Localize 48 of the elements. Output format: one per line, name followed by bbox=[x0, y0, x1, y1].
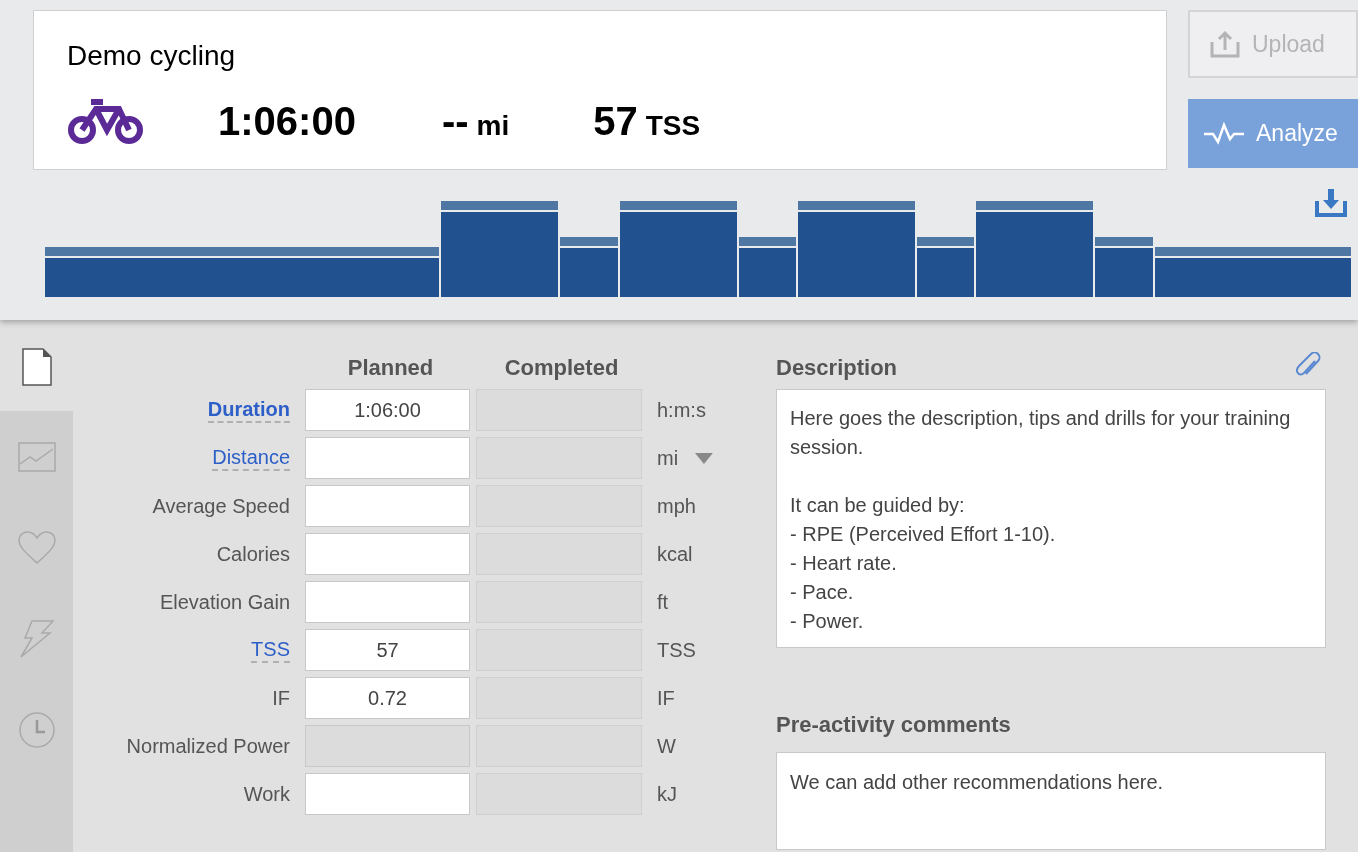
column-header: Planned bbox=[347, 353, 434, 382]
planned-field[interactable] bbox=[305, 485, 470, 527]
unit-label: kcal bbox=[657, 542, 693, 567]
duration-value: 1:06:00 bbox=[218, 98, 356, 145]
field-label[interactable]: TSS bbox=[251, 637, 290, 663]
unit-label: TSS bbox=[657, 638, 696, 663]
tss-value: 57 bbox=[593, 98, 638, 145]
tss-unit: TSS bbox=[645, 109, 701, 143]
bicycle-icon bbox=[67, 97, 145, 145]
clock-icon bbox=[17, 711, 56, 748]
field-label: Average Speed bbox=[152, 494, 290, 519]
planned-field[interactable] bbox=[305, 581, 470, 623]
planned-field[interactable] bbox=[305, 773, 470, 815]
unit-label: kJ bbox=[657, 782, 677, 807]
upload-icon bbox=[1210, 30, 1240, 58]
chart-icon bbox=[17, 441, 56, 472]
workout-title: Demo cycling bbox=[67, 39, 236, 73]
lightning-icon bbox=[19, 619, 54, 658]
field-label: Elevation Gain bbox=[159, 590, 290, 615]
download-icon[interactable] bbox=[1315, 189, 1347, 217]
unit-label: ft bbox=[657, 590, 669, 615]
planned-field[interactable]: 1:06:00 bbox=[305, 389, 470, 431]
distance-unit: mi bbox=[476, 109, 510, 143]
planned-field[interactable]: 57 bbox=[305, 629, 470, 671]
distance-value: -- bbox=[441, 98, 469, 145]
field-label[interactable]: Duration bbox=[207, 397, 290, 423]
planned-field[interactable] bbox=[305, 437, 470, 479]
comments-field[interactable]: We can add other recommendations here. bbox=[776, 752, 1326, 850]
unit-label: mph bbox=[657, 494, 696, 519]
dropdown-caret-icon[interactable] bbox=[695, 452, 713, 464]
field-label: Calories bbox=[216, 542, 290, 567]
unit-label: IF bbox=[657, 686, 675, 711]
field-label: Work bbox=[243, 782, 290, 807]
planned-field[interactable] bbox=[305, 533, 470, 575]
description-heading: Description bbox=[776, 353, 898, 382]
pulse-icon bbox=[1204, 121, 1244, 146]
field-label: Normalized Power bbox=[126, 734, 290, 759]
unit-label: mi bbox=[657, 446, 679, 471]
document-icon bbox=[21, 348, 52, 386]
field-label[interactable]: Distance bbox=[212, 445, 290, 471]
planned-field[interactable]: 0.72 bbox=[305, 677, 470, 719]
column-header: Completed bbox=[504, 353, 619, 382]
heart-icon bbox=[17, 530, 56, 565]
unit-label: W bbox=[657, 734, 676, 759]
description-field[interactable]: Here goes the description, tips and drills for your training session. It can be guided by: - RPE (Perceived Effort 1-10). - Heart rate. - Pace. - Power. bbox=[776, 389, 1326, 648]
field-label: IF bbox=[272, 686, 290, 711]
comments-heading: Pre-activity comments bbox=[776, 711, 1011, 739]
unit-label: h:m:s bbox=[657, 398, 706, 423]
